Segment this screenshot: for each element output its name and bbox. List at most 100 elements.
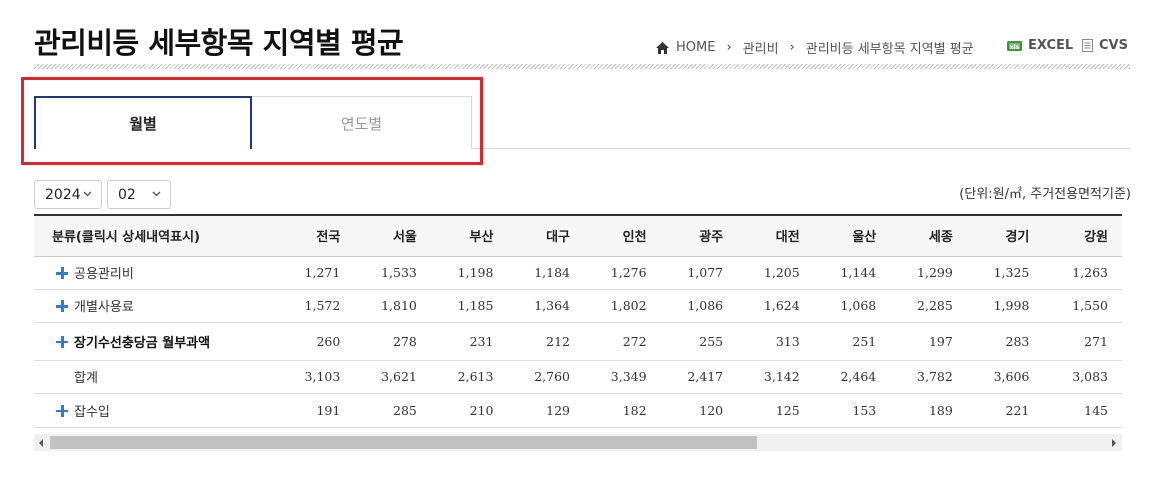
column-header: 대전 xyxy=(775,230,800,246)
plus-icon[interactable] xyxy=(56,335,68,348)
table-cell: 3,349 xyxy=(610,369,647,384)
home-icon xyxy=(656,41,669,54)
table-cell: 1,364 xyxy=(534,298,571,313)
table-cell: 1,276 xyxy=(610,265,647,280)
unit-note: (단위:원/㎡, 주거전용면적기준) xyxy=(959,187,1131,202)
scroll-left-icon[interactable] xyxy=(39,439,43,447)
table-cell: 153 xyxy=(852,402,877,418)
table-cell: 1,185 xyxy=(457,298,494,313)
row-label: 합계 xyxy=(74,371,98,386)
column-header: 울산 xyxy=(852,230,877,246)
row-category[interactable]: 공용관리비 xyxy=(34,256,276,289)
column-header: 대구 xyxy=(546,230,571,246)
row-category: 합계 xyxy=(34,360,276,393)
column-header: 강원 xyxy=(1084,230,1108,246)
page-title: 관리비등 세부항목 지역별 평균 xyxy=(34,26,404,60)
cvs-export-label: CVS xyxy=(1099,38,1128,53)
row-category[interactable]: 장기수선충당금 월부과액 xyxy=(34,322,276,360)
table-row[interactable]: 잡수입 191 285 210 129 182 120 125 153 189 … xyxy=(34,393,1122,427)
table-cell: 1,198 xyxy=(457,265,494,280)
breadcrumb-home[interactable]: HOME xyxy=(676,40,715,55)
year-select[interactable]: 2024 xyxy=(34,180,102,209)
table-cell: 1,077 xyxy=(687,265,724,280)
horizontal-scrollbar[interactable] xyxy=(34,434,1122,451)
table-cell: 2,285 xyxy=(917,298,953,313)
row-category[interactable]: 개별사용료 xyxy=(34,289,276,322)
highlight-annotation-box xyxy=(21,77,483,165)
excel-export-button[interactable]: xls EXCEL xyxy=(1007,38,1073,53)
table-cell: 120 xyxy=(699,402,724,418)
column-header: 인천 xyxy=(622,230,647,246)
table-cell: 3,621 xyxy=(381,369,417,384)
plus-icon[interactable] xyxy=(56,404,68,417)
column-header: 전국 xyxy=(316,230,341,246)
table-cell: 1,068 xyxy=(840,298,877,313)
table-cell: 1,624 xyxy=(763,298,800,313)
scrollbar-thumb[interactable] xyxy=(50,436,757,449)
table-cell: 1,144 xyxy=(840,265,877,280)
column-header: 세종 xyxy=(928,230,953,246)
plus-icon[interactable] xyxy=(56,267,68,279)
table-cell: 1,572 xyxy=(304,298,341,313)
table-cell: 2,760 xyxy=(534,369,571,384)
table-cell: 221 xyxy=(1005,402,1030,418)
excel-icon: xls xyxy=(1007,40,1022,51)
table-cell: 1,810 xyxy=(381,298,417,313)
table-cell: 1,550 xyxy=(1072,298,1108,313)
table-cell: 260 xyxy=(316,333,341,349)
table-cell: 1,533 xyxy=(381,265,417,280)
table-cell: 251 xyxy=(852,333,877,349)
data-table-container: 분류(클릭시 상세내역표시) 전국 서울 부산 대구 인천 광주 대전 울산 세… xyxy=(34,214,1122,452)
breadcrumb-separator-icon: › xyxy=(726,40,732,55)
table-cell: 231 xyxy=(469,333,494,349)
column-header: 서울 xyxy=(392,230,417,246)
table-row[interactable]: 공용관리비 1,271 1,533 1,198 1,184 1,276 1,07… xyxy=(34,256,1122,289)
table-cell: 1,184 xyxy=(534,265,571,280)
table-row: 합계 3,103 3,621 2,613 2,760 3,349 2,417 3… xyxy=(34,360,1122,393)
table-row[interactable]: 개별사용료 1,572 1,810 1,185 1,364 1,802 1,08… xyxy=(34,289,1122,322)
table-cell: 1,299 xyxy=(917,265,953,280)
table-cell: 1,205 xyxy=(763,265,800,280)
table-cell: 2,613 xyxy=(457,369,494,384)
table-cell: 210 xyxy=(469,402,494,418)
breadcrumb-level2[interactable]: 관리비등 세부항목 지역별 평균 xyxy=(806,38,974,57)
table-row[interactable]: 장기수선충당금 월부과액 260 278 231 212 272 255 313… xyxy=(34,322,1122,360)
chevron-down-icon xyxy=(83,191,92,197)
table-cell: 2,464 xyxy=(840,369,877,384)
table-cell: 3,782 xyxy=(917,369,953,384)
table-cell: 278 xyxy=(393,333,417,349)
row-label: 공용관리비 xyxy=(74,267,134,282)
row-label: 장기수선충당금 월부과액 xyxy=(74,335,211,351)
table-cell: 1,086 xyxy=(687,298,724,313)
breadcrumb-level1[interactable]: 관리비 xyxy=(743,38,779,57)
table-cell: 125 xyxy=(775,402,800,418)
table-cell: 255 xyxy=(699,333,724,349)
row-label: 잡수입 xyxy=(74,404,110,420)
scroll-right-icon[interactable] xyxy=(1112,439,1116,447)
table-cell: 285 xyxy=(393,402,417,418)
table-cell: 191 xyxy=(316,402,341,418)
column-header: 광주 xyxy=(699,230,724,246)
table-cell: 3,103 xyxy=(304,369,341,384)
month-select-value: 02 xyxy=(118,186,136,203)
table-cell: 182 xyxy=(622,402,647,418)
table-cell: 1,271 xyxy=(304,265,341,280)
regional-average-table: 분류(클릭시 상세내역표시) 전국 서울 부산 대구 인천 광주 대전 울산 세… xyxy=(34,214,1122,428)
table-cell: 1,998 xyxy=(993,298,1030,313)
document-icon xyxy=(1082,39,1093,52)
table-cell: 283 xyxy=(1005,333,1030,349)
column-header: 분류(클릭시 상세내역표시) xyxy=(52,230,200,246)
title-divider xyxy=(34,64,1130,69)
table-cell: 313 xyxy=(775,333,800,349)
table-cell: 197 xyxy=(928,333,953,349)
table-cell: 272 xyxy=(622,333,647,349)
year-select-value: 2024 xyxy=(45,186,81,203)
plus-icon[interactable] xyxy=(56,300,68,312)
table-cell: 2,417 xyxy=(687,369,724,384)
table-cell: 212 xyxy=(546,333,571,349)
column-header: 부산 xyxy=(469,230,494,246)
row-category[interactable]: 잡수입 xyxy=(34,393,276,427)
cvs-export-button[interactable]: CVS xyxy=(1082,38,1128,53)
month-select[interactable]: 02 xyxy=(107,180,171,209)
table-cell: 145 xyxy=(1084,402,1108,418)
